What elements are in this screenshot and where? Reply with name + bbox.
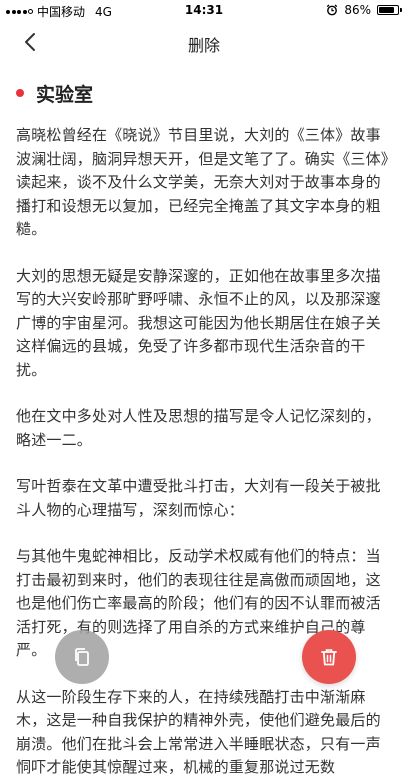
copy-button[interactable] (55, 630, 109, 684)
alarm-icon (327, 4, 338, 16)
delete-button[interactable] (302, 630, 356, 684)
status-bar: 中国移动 4G 14:31 86% (0, 0, 408, 20)
paragraph: 大刘的思想无疑是安静深邃的，正如他在故事里多次描写的大兴安岭那旷野呼啸、永恒不止… (16, 266, 381, 379)
paragraph: 高晓松曾经在《晓说》节目里说，大刘的《三体》故事波澜壮阔，脑洞异想天开，但是文笔… (16, 126, 389, 238)
back-button[interactable] (14, 26, 46, 58)
bullet-dot-icon (16, 89, 24, 97)
paragraph: 他在文中多处对人性及思想的描写是令人记忆深刻的，略述一二。 (16, 407, 381, 449)
section-title: 实验室 (36, 83, 94, 106)
page-title: 删除 (187, 36, 220, 55)
section-header: 实验室 (16, 76, 392, 110)
trash-icon (321, 649, 337, 666)
chevron-left-icon (25, 33, 35, 51)
status-right: 86% (326, 3, 402, 17)
nav-bar: 删除 (0, 20, 408, 64)
paragraph: 写叶哲泰在文革中遭受批斗打击，大刘有一段关于被批斗人物的心理描写，深刻而惊心： (16, 477, 381, 519)
copy-icon (75, 648, 89, 666)
battery-percent: 86% (344, 3, 371, 17)
paragraph: 从这一阶段生存下来的人，在持续残酷打击中渐渐麻木，这是一种自我保护的精神外壳，使… (16, 687, 381, 777)
battery-icon (377, 5, 402, 15)
